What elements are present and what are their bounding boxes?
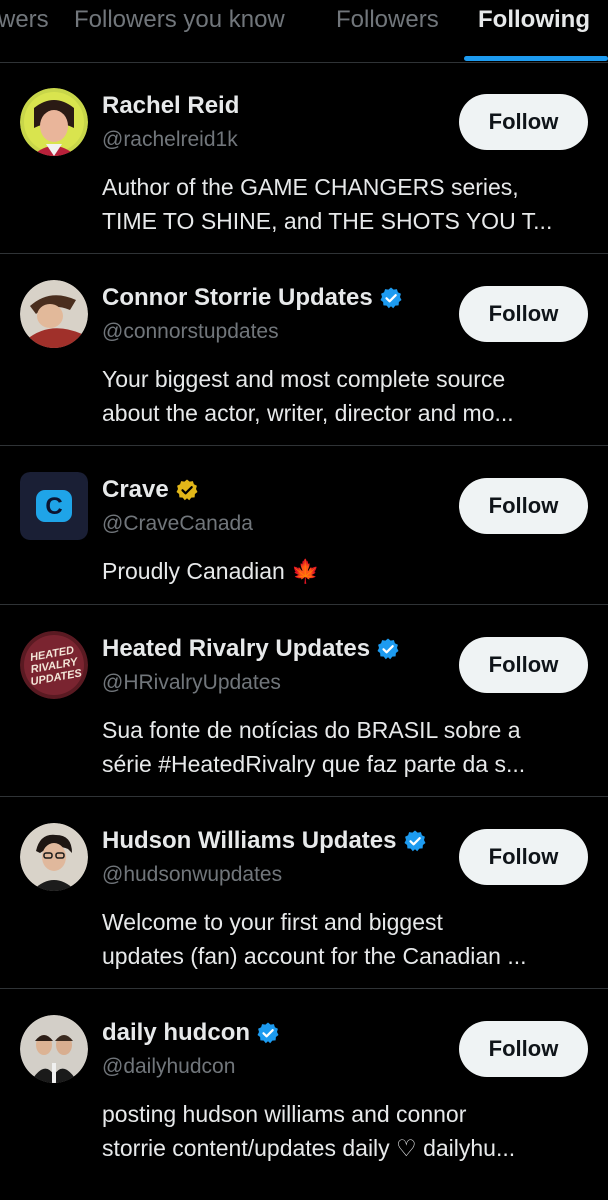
verified-badge-icon [380, 287, 402, 309]
active-tab-indicator [464, 56, 608, 61]
bio-line: about the actor, writer, director and mo… [102, 400, 514, 426]
user-bio: Proudly Canadian 🍁 [102, 554, 582, 588]
user-name[interactable]: Heated Rivalry Updates [102, 635, 370, 663]
list-item[interactable]: Connor Storrie Updates @connorstupdates … [0, 254, 608, 446]
bio-line: Proudly Canadian 🍁 [102, 558, 320, 584]
follow-button[interactable]: Follow [459, 1021, 588, 1077]
verified-badge-icon [377, 638, 399, 660]
user-bio: Sua fonte de notícias do BRASIL sobre a … [102, 713, 582, 781]
bio-line: Welcome to your first and biggest [102, 909, 443, 935]
user-name-line: Hudson Williams Updates [102, 827, 427, 855]
bio-line: série #HeatedRivalry que faz parte da s.… [102, 751, 526, 777]
user-name-line: Connor Storrie Updates [102, 284, 403, 312]
user-handle: @connorstupdates [102, 320, 279, 343]
user-bio: posting hudson williams and connor storr… [102, 1097, 582, 1165]
avatar[interactable]: HEATED RIVALRY UPDATES [20, 631, 88, 699]
bio-line: Author of the GAME CHANGERS series, [102, 174, 519, 200]
list-item[interactable]: C Crave @CraveCanada Proudly Canadian 🍁 … [0, 446, 608, 605]
user-name-line: Crave [102, 476, 199, 504]
profile-tabs: wers Followers you know Followers Follow… [0, 0, 608, 63]
bio-line: Sua fonte de notícias do BRASIL sobre a [102, 717, 521, 743]
user-name-line: daily hudcon [102, 1019, 280, 1047]
follow-button[interactable]: Follow [459, 94, 588, 150]
user-name[interactable]: daily hudcon [102, 1019, 250, 1047]
user-handle: @rachelreid1k [102, 128, 238, 151]
user-handle: @dailyhudcon [102, 1055, 236, 1078]
user-name[interactable]: Crave [102, 476, 169, 504]
user-handle: @CraveCanada [102, 512, 253, 535]
following-list: Rachel Reid @rachelreid1k Author of the … [0, 62, 608, 1189]
user-bio: Welcome to your first and biggest update… [102, 905, 582, 973]
avatar[interactable]: C [20, 472, 88, 540]
heated-rivalry-logo-icon: HEATED RIVALRY UPDATES [20, 631, 88, 699]
avatar-image-icon [20, 1015, 88, 1083]
crave-logo-icon: C [20, 472, 88, 540]
list-item[interactable]: HEATED RIVALRY UPDATES Heated Rivalry Up… [0, 605, 608, 797]
follow-button[interactable]: Follow [459, 637, 588, 693]
list-item[interactable]: Rachel Reid @rachelreid1k Author of the … [0, 62, 608, 254]
user-name[interactable]: Hudson Williams Updates [102, 827, 397, 855]
avatar-image-icon [20, 823, 88, 891]
avatar[interactable] [20, 88, 88, 156]
follow-button[interactable]: Follow [459, 478, 588, 534]
bio-line: Your biggest and most complete source [102, 366, 506, 392]
follow-button[interactable]: Follow [459, 829, 588, 885]
bio-line: TIME TO SHINE, and THE SHOTS YOU T... [102, 208, 553, 234]
verified-badge-icon [257, 1022, 279, 1044]
avatar[interactable] [20, 1015, 88, 1083]
avatar-image-icon [20, 88, 88, 156]
avatar[interactable] [20, 823, 88, 891]
bio-line: updates (fan) account for the Canadian .… [102, 943, 527, 969]
verified-badge-gold-icon [176, 479, 198, 501]
list-item[interactable]: daily hudcon @dailyhudcon posting hudson… [0, 989, 608, 1189]
avatar[interactable] [20, 280, 88, 348]
user-handle: @hudsonwupdates [102, 863, 283, 886]
tab-followers-partial[interactable]: wers [0, 6, 49, 34]
list-item[interactable]: Hudson Williams Updates @hudsonwupdates … [0, 797, 608, 989]
user-name-line: Heated Rivalry Updates [102, 635, 400, 663]
bio-line: storrie content/updates daily ♡ dailyhu.… [102, 1135, 516, 1161]
bio-line: posting hudson williams and connor [102, 1101, 467, 1127]
user-bio: Your biggest and most complete source ab… [102, 362, 582, 430]
user-name[interactable]: Connor Storrie Updates [102, 284, 373, 312]
avatar-image-icon [20, 280, 88, 348]
tab-followers[interactable]: Followers [336, 6, 439, 34]
tab-followers-you-know[interactable]: Followers you know [74, 6, 285, 34]
follow-button[interactable]: Follow [459, 286, 588, 342]
tab-following[interactable]: Following [478, 6, 590, 34]
user-handle: @HRivalryUpdates [102, 671, 281, 694]
user-name[interactable]: Rachel Reid [102, 92, 239, 120]
verified-badge-icon [404, 830, 425, 852]
crave-logo-letter: C [45, 493, 62, 520]
user-name-line: Rachel Reid [102, 92, 239, 120]
user-bio: Author of the GAME CHANGERS series, TIME… [102, 170, 582, 238]
